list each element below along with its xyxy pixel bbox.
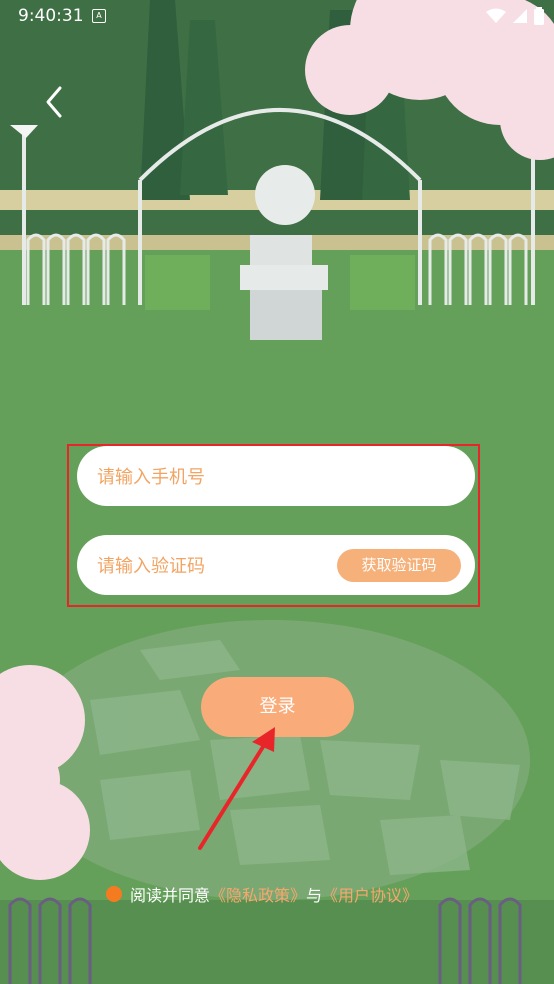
- user-agreement-link[interactable]: 《用户协议》: [322, 882, 418, 906]
- agreement-row: 阅读并同意 《隐私政策》 与 《用户协议》: [106, 882, 418, 906]
- agreement-radio[interactable]: [106, 886, 122, 902]
- privacy-policy-link[interactable]: 《隐私政策》: [210, 882, 306, 906]
- agreement-connector: 与: [306, 886, 323, 905]
- annotation-arrow: [198, 727, 275, 850]
- agreement-prefix: 阅读并同意: [130, 886, 211, 905]
